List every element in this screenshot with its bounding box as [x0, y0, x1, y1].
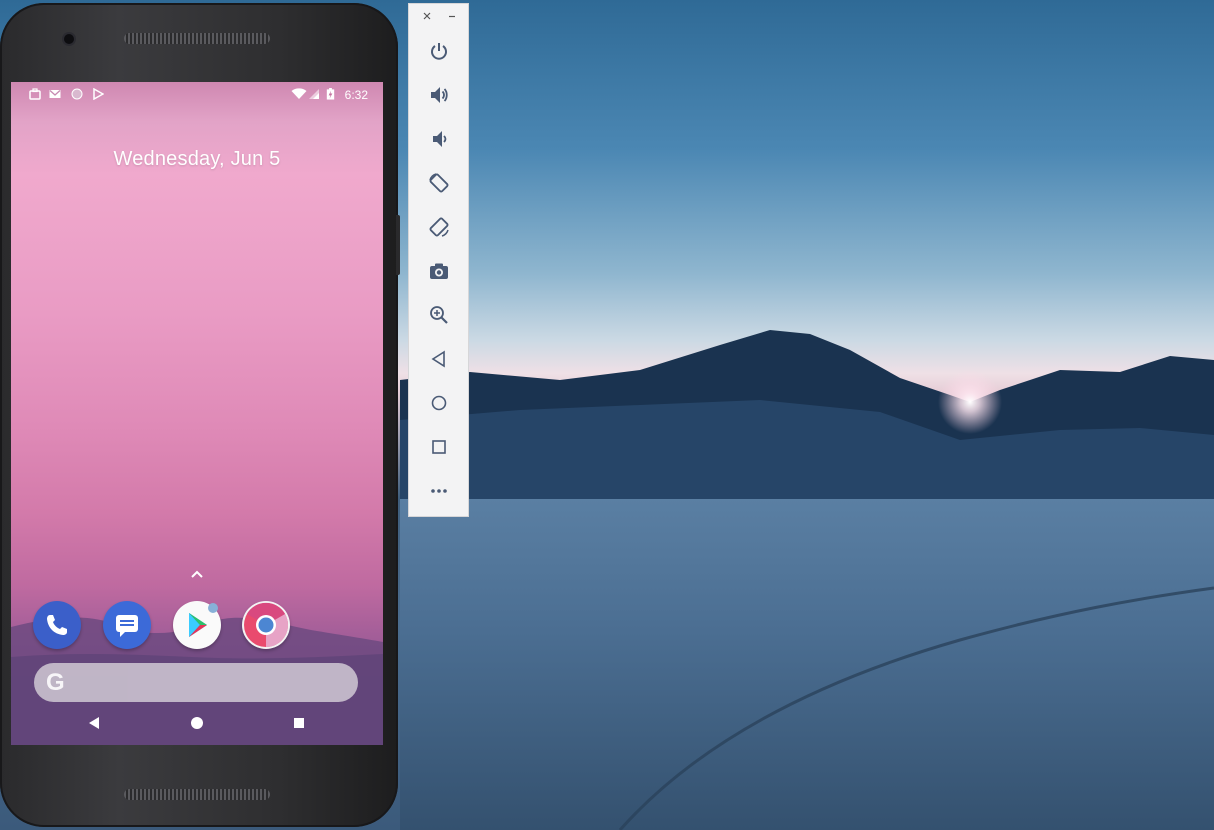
overview-square-icon — [432, 440, 446, 454]
volume-down-button[interactable] — [425, 125, 453, 153]
power-icon — [431, 43, 447, 60]
more-dots-icon — [431, 489, 447, 493]
nav-recents-icon[interactable] — [292, 716, 306, 730]
zoom-button[interactable] — [425, 301, 453, 329]
zoom-icon — [430, 306, 448, 324]
front-camera — [64, 34, 74, 44]
screenshot-button[interactable] — [425, 257, 453, 285]
rotate-right-icon — [429, 217, 449, 237]
power-button[interactable] — [425, 37, 453, 65]
phone-handset-icon — [47, 615, 67, 635]
nav-home-icon[interactable] — [190, 716, 204, 730]
rotate-left-button[interactable] — [425, 169, 453, 197]
phone-app-icon[interactable] — [33, 601, 81, 649]
chrome-app-icon[interactable] — [242, 601, 290, 649]
message-bubble-icon — [116, 615, 138, 637]
camera-icon — [430, 263, 448, 279]
play-store-app-icon[interactable] — [173, 601, 221, 649]
rotate-right-button[interactable] — [425, 213, 453, 241]
side-button[interactable] — [396, 215, 400, 275]
more-button[interactable] — [425, 477, 453, 505]
phone-screen[interactable]: 6:32 Wednesday, Jun 5 G — [11, 82, 383, 745]
back-triangle-icon — [431, 350, 445, 368]
volume-down-icon — [433, 131, 447, 147]
phone-device-frame: 6:32 Wednesday, Jun 5 G — [0, 3, 400, 827]
messages-app-icon[interactable] — [103, 601, 151, 649]
close-icon[interactable] — [421, 10, 433, 22]
home-button[interactable] — [425, 389, 453, 417]
emulator-toolbar — [408, 3, 469, 517]
back-button[interactable] — [425, 345, 453, 373]
volume-up-icon — [431, 87, 448, 103]
google-logo-icon: G — [46, 669, 65, 696]
app-drawer-arrow-icon[interactable] — [190, 568, 204, 580]
nav-back-icon[interactable] — [87, 716, 101, 730]
minimize-icon[interactable] — [446, 10, 458, 22]
google-search-bar[interactable]: G — [34, 663, 358, 702]
volume-up-button[interactable] — [425, 81, 453, 109]
top-speaker — [124, 33, 270, 44]
home-circle-icon — [431, 395, 447, 411]
chrome-logo-icon — [244, 602, 289, 648]
bottom-speaker — [124, 789, 270, 800]
rotate-left-icon — [429, 173, 449, 193]
play-store-logo-icon — [189, 603, 218, 637]
overview-button[interactable] — [425, 433, 453, 461]
